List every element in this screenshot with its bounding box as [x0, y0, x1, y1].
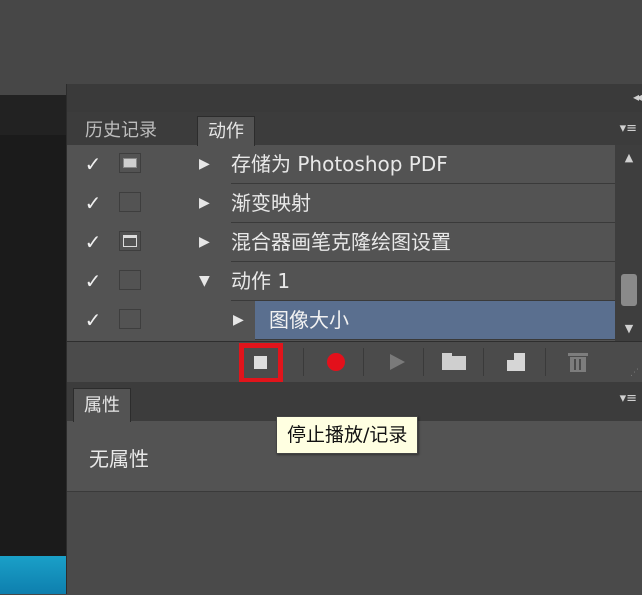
panel-dock: ◂◂ 历史记录 动作 ▾≡ ✓ ▶ 存储为 Photoshop PDF ✓ ▶ …	[66, 84, 642, 595]
action-label: 图像大小	[255, 301, 615, 340]
panel-collapse-bar[interactable]: ◂◂	[67, 84, 642, 113]
list-item[interactable]: ✓ ▶ 渐变映射	[67, 184, 615, 223]
scroll-down-icon[interactable]: ▼	[615, 322, 642, 335]
expand-arrow-icon[interactable]: ▶	[233, 301, 249, 339]
dialog-toggle-icon[interactable]	[119, 270, 141, 290]
expand-arrow-icon[interactable]: ▶	[199, 223, 215, 261]
no-properties-text: 无属性	[89, 447, 149, 471]
tooltip: 停止播放/记录	[276, 416, 419, 454]
resize-grip-icon[interactable]: ⋰	[630, 368, 639, 378]
check-icon[interactable]: ✓	[79, 262, 107, 300]
record-button[interactable]	[319, 346, 353, 378]
canvas-workspace	[0, 95, 66, 594]
trash-lid	[568, 353, 588, 356]
tab-history[interactable]: 历史记录	[75, 116, 167, 145]
panel-menu-icon[interactable]: ▾≡	[620, 121, 637, 136]
check-icon[interactable]: ✓	[79, 145, 107, 183]
divider	[363, 348, 364, 376]
action-label: 渐变映射	[231, 184, 615, 223]
scroll-up-icon[interactable]: ▲	[615, 151, 642, 164]
list-item-selected[interactable]: ✓ ▶ 图像大小	[67, 301, 615, 340]
new-set-icon	[442, 356, 466, 370]
list-item[interactable]: ✓ ▶ 混合器画笔克隆绘图设置	[67, 223, 615, 262]
page-fold	[507, 353, 514, 360]
list-item[interactable]: ✓ ▶ 存储为 Photoshop PDF	[67, 145, 615, 184]
dialog-toggle-icon[interactable]	[119, 309, 141, 329]
play-button[interactable]	[379, 346, 413, 378]
action-label: 混合器画笔克隆绘图设置	[231, 223, 615, 262]
canvas-image-preview	[0, 556, 66, 594]
record-icon	[327, 353, 345, 371]
new-set-button[interactable]	[437, 346, 471, 378]
tab-actions[interactable]: 动作	[197, 116, 255, 146]
expand-arrow-icon[interactable]: ▶	[199, 145, 215, 183]
trash-icon	[570, 357, 586, 372]
actions-toolbar: ⋰	[67, 341, 642, 383]
divider	[545, 348, 546, 376]
collapse-arrow-icon[interactable]: ▼	[199, 262, 215, 300]
play-icon	[390, 354, 405, 370]
divider	[303, 348, 304, 376]
dialog-toggle-icon[interactable]	[119, 192, 141, 212]
collapse-icon[interactable]: ◂◂	[633, 90, 642, 104]
properties-empty-area	[67, 491, 642, 595]
check-icon[interactable]: ✓	[79, 184, 107, 222]
check-icon[interactable]: ✓	[79, 301, 107, 339]
expand-arrow-icon[interactable]: ▶	[199, 184, 215, 222]
actions-tabbar: 历史记录 动作 ▾≡	[67, 112, 642, 146]
delete-button[interactable]	[561, 346, 595, 378]
actions-list: ✓ ▶ 存储为 Photoshop PDF ✓ ▶ 渐变映射 ✓ ▶ 混合器画笔…	[67, 145, 615, 341]
actions-scrollbar[interactable]: ▲ ▼	[615, 145, 642, 341]
list-item[interactable]: ✓ ▼ 动作 1	[67, 262, 615, 301]
check-icon[interactable]: ✓	[79, 223, 107, 261]
workspace-edge	[0, 95, 66, 135]
action-label: 动作 1	[231, 262, 615, 301]
stop-highlight-box	[239, 343, 283, 383]
properties-menu-icon[interactable]: ▾≡	[620, 391, 637, 406]
tab-properties[interactable]: 属性	[73, 388, 131, 422]
dialog-toggle-icon[interactable]	[119, 153, 141, 173]
divider	[423, 348, 424, 376]
action-label: 存储为 Photoshop PDF	[231, 145, 615, 184]
dialog-toggle-icon[interactable]	[119, 231, 141, 251]
scroll-thumb[interactable]	[621, 274, 637, 306]
new-action-button[interactable]	[499, 346, 533, 378]
divider	[483, 348, 484, 376]
